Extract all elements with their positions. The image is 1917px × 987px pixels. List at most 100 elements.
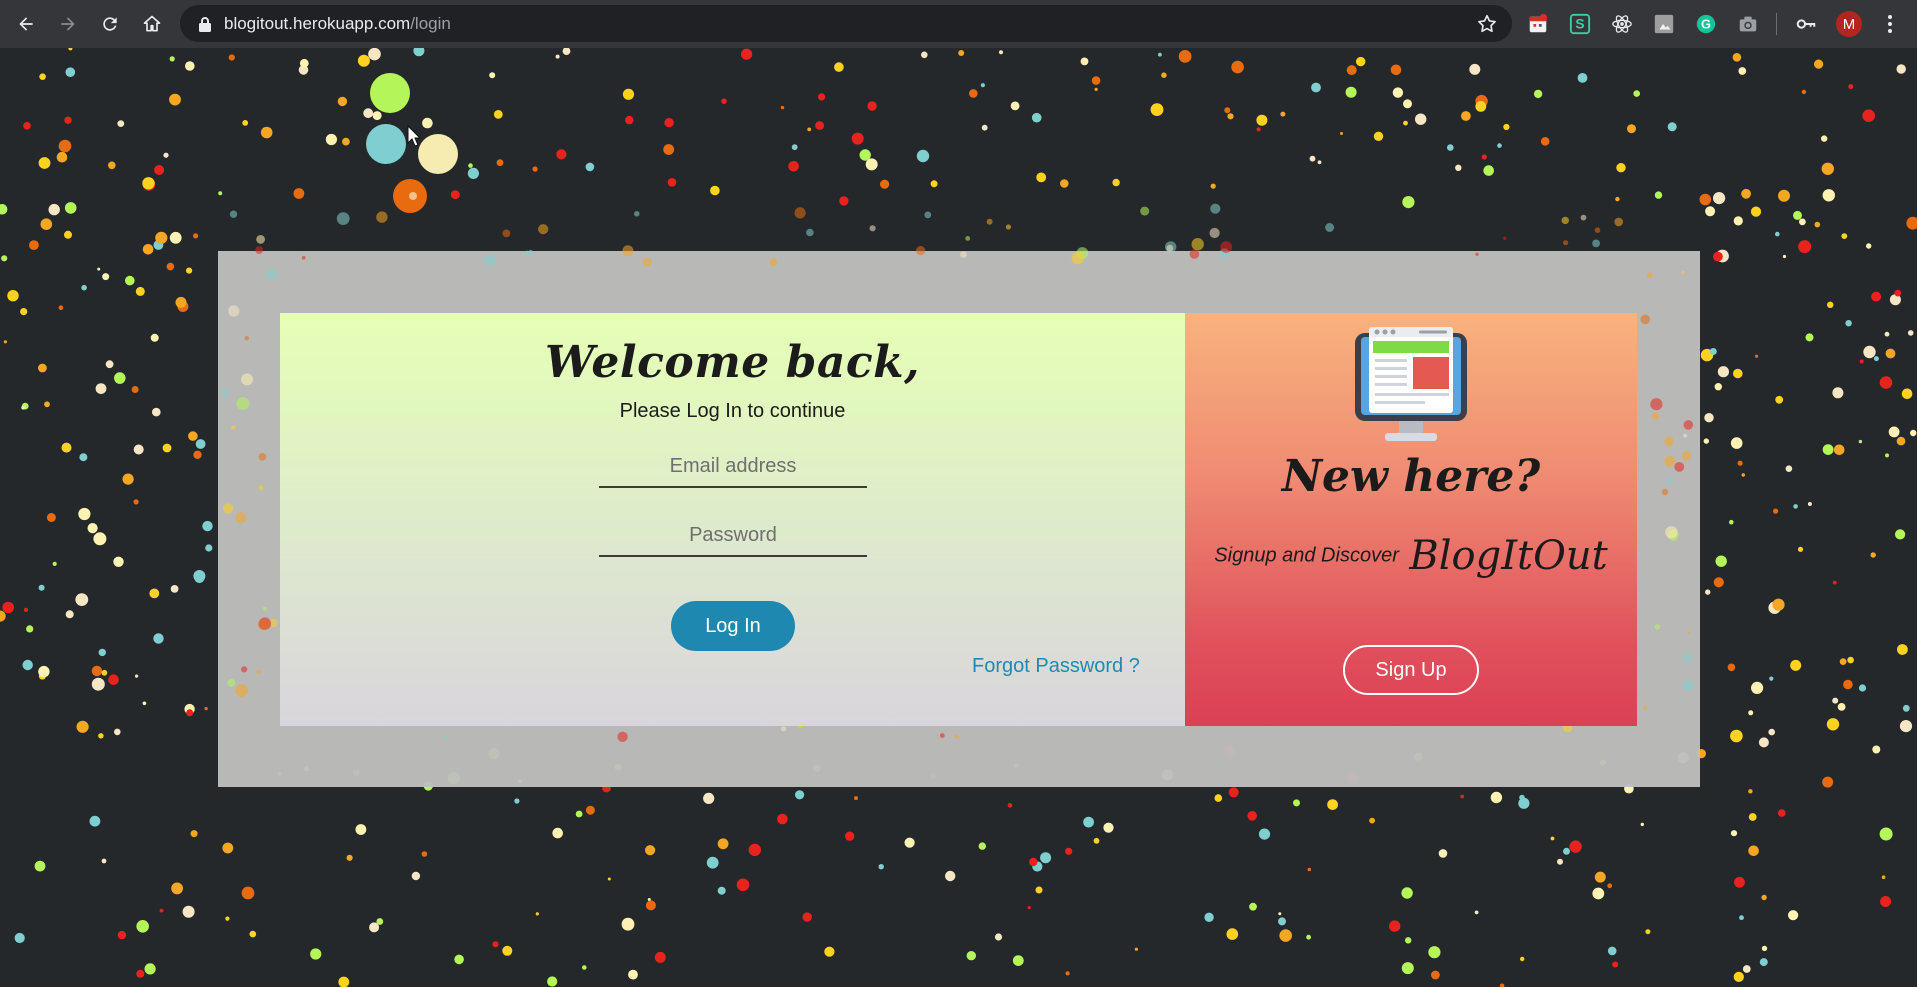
signup-button[interactable]: Sign Up <box>1343 645 1479 695</box>
confetti-dot <box>117 930 127 940</box>
confetti-dot <box>450 190 460 200</box>
confetti-dot <box>1389 920 1401 932</box>
confetti-dot <box>1826 718 1840 731</box>
forward-button[interactable] <box>54 10 82 38</box>
confetti-dot <box>293 188 305 199</box>
react-devtools-icon[interactable] <box>1610 12 1634 36</box>
confetti-dot <box>916 149 930 163</box>
confetti-dot <box>535 912 539 916</box>
confetti-dot <box>65 67 76 77</box>
grammarly-icon[interactable]: G <box>1694 12 1718 36</box>
confetti-dot <box>824 946 835 957</box>
confetti-dot <box>1483 165 1494 176</box>
confetti-dot <box>1879 827 1893 841</box>
camera-icon[interactable] <box>1736 12 1760 36</box>
key-icon[interactable] <box>1794 12 1818 36</box>
confetti-dot <box>1280 111 1286 117</box>
confetti-dot <box>193 570 206 582</box>
confetti-dot <box>1793 504 1798 509</box>
confetti-dot <box>133 444 144 455</box>
confetti-dot <box>1814 221 1821 228</box>
confetti-dot <box>625 115 634 125</box>
profile-avatar[interactable]: M <box>1836 11 1862 37</box>
login-button[interactable]: Log In <box>671 601 795 651</box>
confetti-dot <box>807 127 812 132</box>
s-extension-icon[interactable]: S <box>1568 12 1592 36</box>
confetti-dot <box>1401 887 1413 899</box>
confetti-dot <box>1415 113 1427 125</box>
confetti-dot <box>169 231 182 244</box>
forgot-password-link[interactable]: Forgot Password ? <box>972 655 1140 678</box>
confetti-dot <box>878 864 884 870</box>
confetti-dot <box>1345 86 1357 98</box>
confetti-dot <box>1607 883 1613 889</box>
confetti-dot <box>1866 243 1872 249</box>
login-heading: Welcome back, <box>545 337 920 388</box>
confetti-dot <box>667 178 677 187</box>
confetti-dot <box>1885 348 1896 359</box>
confetti-dot <box>780 105 785 110</box>
confetti-dot <box>1832 580 1837 585</box>
confetti-dot <box>44 401 50 408</box>
lock-icon <box>199 17 211 32</box>
kebab-menu-icon[interactable] <box>1880 12 1900 36</box>
image-extension-icon[interactable] <box>1652 12 1676 36</box>
confetti-dot <box>854 796 858 801</box>
confetti-dot <box>1872 745 1881 754</box>
calendar-extension-icon[interactable] <box>1526 12 1550 36</box>
confetti-dot <box>40 218 53 230</box>
url-text[interactable]: blogitout.herokuapp.com/login <box>224 14 451 34</box>
confetti-dot <box>78 507 91 521</box>
confetti-dot <box>1732 53 1742 62</box>
address-bar[interactable]: blogitout.herokuapp.com/login <box>180 5 1512 42</box>
signup-heading: New here? <box>1281 451 1541 502</box>
confetti-dot <box>188 431 198 441</box>
confetti-dot <box>64 202 77 214</box>
confetti-dot <box>1845 320 1852 327</box>
confetti-dot <box>1083 816 1094 828</box>
confetti-dot <box>1520 956 1525 962</box>
confetti-dot <box>1871 291 1882 302</box>
home-button[interactable] <box>138 10 166 38</box>
confetti-dot <box>1065 847 1073 855</box>
confetti-dot <box>91 677 105 691</box>
confetti-dot <box>1373 131 1384 141</box>
confetti-dot <box>867 101 877 111</box>
reload-button[interactable] <box>96 10 124 38</box>
confetti-dot <box>1837 703 1846 711</box>
confetti-dot <box>38 157 51 169</box>
confetti-dot <box>1895 529 1906 540</box>
confetti-dot <box>1870 552 1876 558</box>
password-input[interactable] <box>599 515 867 557</box>
confetti-dot <box>1896 64 1906 74</box>
confetti-dot <box>1713 251 1723 262</box>
confetti-dot <box>1859 359 1864 364</box>
confetti-dot <box>1228 787 1239 798</box>
confetti-dot <box>1822 189 1836 202</box>
back-button[interactable] <box>12 10 40 38</box>
confetti-dot <box>703 792 715 805</box>
confetti-dot <box>52 561 57 567</box>
confetti-dot <box>496 159 504 167</box>
confetti-dot <box>1012 955 1024 966</box>
confetti-dot <box>547 976 558 987</box>
confetti-dot <box>904 837 915 848</box>
confetti-dot <box>1645 929 1651 935</box>
confetti-dot <box>1060 179 1069 188</box>
confetti-dot <box>1888 426 1900 438</box>
confetti-dot <box>166 262 175 271</box>
confetti-dot <box>1369 817 1375 824</box>
confetti-dot <box>1258 828 1271 840</box>
confetti-dot <box>1311 82 1321 93</box>
confetti-dot <box>1703 438 1710 444</box>
confetti-dot <box>260 126 273 139</box>
bookmark-star-icon[interactable] <box>1476 13 1498 35</box>
confetti-dot <box>64 230 72 239</box>
confetti-dot <box>585 162 595 172</box>
confetti-dot <box>65 610 74 619</box>
confetti-dot <box>1801 89 1807 95</box>
confetti-dot <box>818 93 826 101</box>
confetti-dot <box>1306 934 1311 940</box>
email-input[interactable] <box>599 446 867 488</box>
browser-toolbar: blogitout.herokuapp.com/login S G M <box>0 0 1917 48</box>
